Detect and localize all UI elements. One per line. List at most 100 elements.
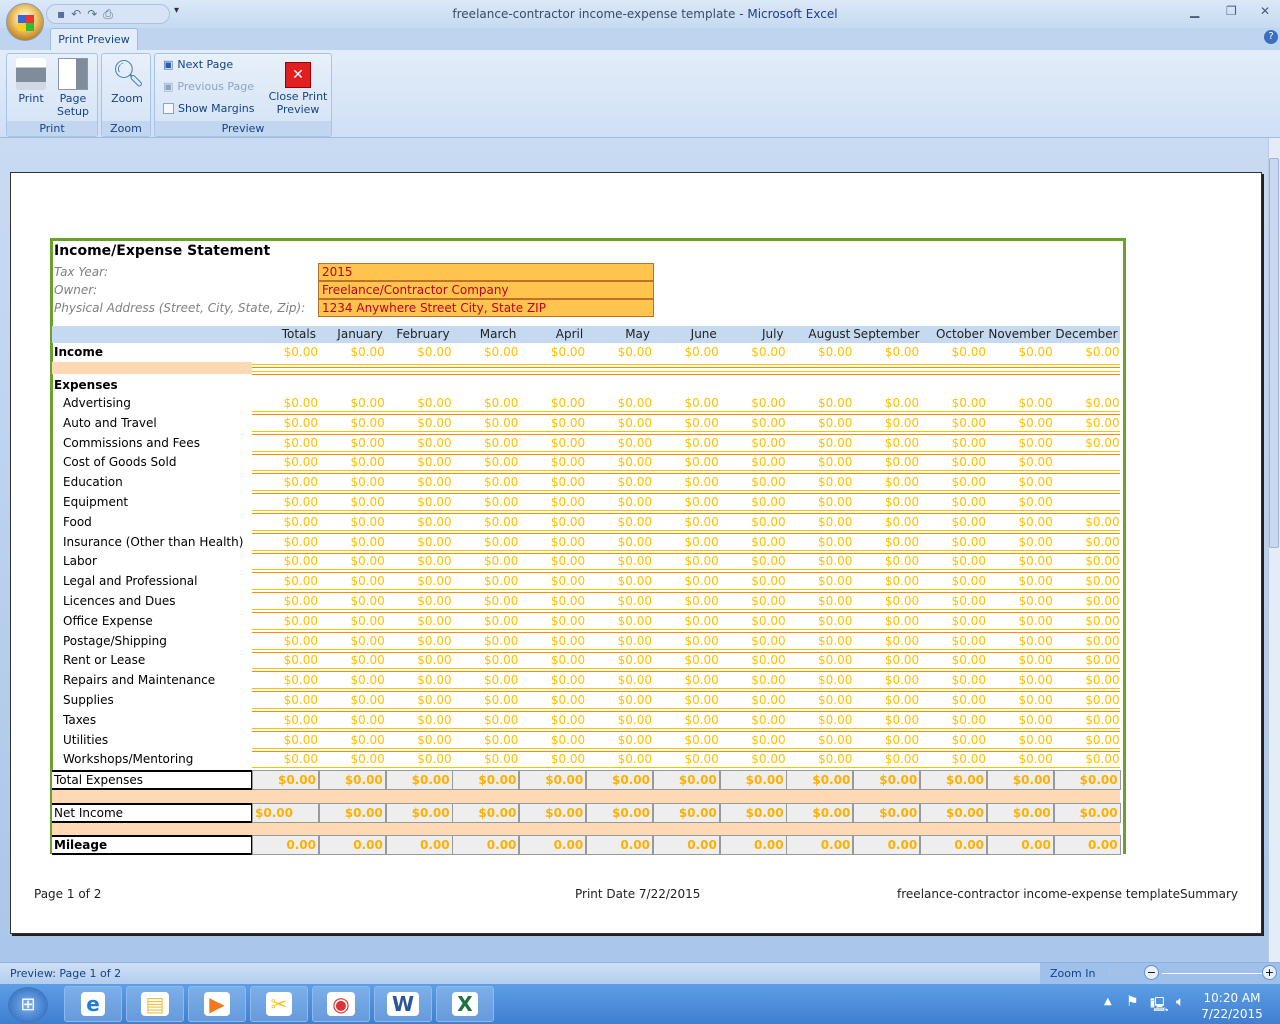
- cell-value[interactable]: $0.00: [786, 693, 852, 707]
- cell-value[interactable]: $0.00: [519, 475, 585, 489]
- net-income-value[interactable]: $0.00: [252, 803, 319, 823]
- cell-value[interactable]: $0.00: [586, 594, 652, 608]
- cell-value[interactable]: $0.00: [386, 416, 451, 430]
- cell-value[interactable]: $0.00: [987, 673, 1052, 687]
- start-button[interactable]: ⊞: [8, 987, 48, 1023]
- mileage-value[interactable]: 0.00: [1053, 835, 1121, 855]
- cell-value[interactable]: $0.00: [386, 673, 451, 687]
- cell-value[interactable]: $0.00: [252, 614, 318, 628]
- cell-value[interactable]: $0.00: [987, 535, 1052, 549]
- cell-value[interactable]: $0.00: [452, 614, 518, 628]
- show-margins-checkbox[interactable]: Show Margins: [163, 102, 254, 115]
- quick-access-toolbar[interactable]: ▪↶↷⎙: [46, 4, 170, 24]
- cell-value[interactable]: $0.00: [519, 594, 585, 608]
- cell-value[interactable]: $0.00: [586, 416, 652, 430]
- cell-value[interactable]: $0.00: [586, 554, 652, 568]
- cell-value[interactable]: $0.00: [1054, 535, 1119, 549]
- cell-value[interactable]: $0.00: [920, 495, 986, 509]
- total-expenses-value[interactable]: $0.00: [318, 770, 386, 790]
- cell-value[interactable]: $0.00: [319, 345, 384, 359]
- cell-value[interactable]: $0.00: [586, 495, 652, 509]
- cell-value[interactable]: $0.00: [386, 594, 451, 608]
- cell-value[interactable]: $0.00: [853, 436, 919, 450]
- cell-value[interactable]: $0.00: [319, 436, 384, 450]
- cell-value[interactable]: $0.00: [920, 653, 986, 667]
- cell-value[interactable]: $0.00: [720, 574, 785, 588]
- total-expenses-value[interactable]: $0.00: [586, 770, 653, 790]
- cell-value[interactable]: $0.00: [786, 515, 852, 529]
- cell-value[interactable]: $0.00: [586, 713, 652, 727]
- cell-value[interactable]: $0.00: [920, 396, 986, 410]
- cell-value[interactable]: $0.00: [786, 475, 852, 489]
- cell-value[interactable]: $0.00: [720, 515, 785, 529]
- taskbar-excel[interactable]: X: [436, 986, 494, 1022]
- cell-value[interactable]: $0.00: [853, 614, 919, 628]
- cell-value[interactable]: $0.00: [786, 554, 852, 568]
- mileage-value[interactable]: 0.00: [652, 835, 720, 855]
- cell-value[interactable]: $0.00: [252, 416, 318, 430]
- cell-value[interactable]: $0.00: [1054, 345, 1119, 359]
- show-hidden-icons[interactable]: ▲: [1104, 996, 1112, 1007]
- cell-value[interactable]: $0.00: [319, 396, 384, 410]
- cell-value[interactable]: $0.00: [987, 614, 1052, 628]
- cell-value[interactable]: $0.00: [786, 436, 852, 450]
- cell-value[interactable]: $0.00: [319, 713, 384, 727]
- clock[interactable]: 10:20 AM 7/22/2015: [1200, 990, 1264, 1022]
- cell-value[interactable]: $0.00: [853, 535, 919, 549]
- cell-value[interactable]: $0.00: [586, 693, 652, 707]
- cell-value[interactable]: $0.00: [252, 574, 318, 588]
- cell-value[interactable]: $0.00: [920, 475, 986, 489]
- cell-value[interactable]: $0.00: [720, 653, 785, 667]
- cell-value[interactable]: $0.00: [452, 713, 518, 727]
- cell-value[interactable]: $0.00: [1054, 574, 1119, 588]
- taskbar-snipping-tool[interactable]: ✂: [250, 986, 308, 1022]
- cell-value[interactable]: $0.00: [920, 673, 986, 687]
- mileage-value[interactable]: 0.00: [385, 835, 453, 855]
- cell-value[interactable]: $0.00: [586, 475, 652, 489]
- cell-value[interactable]: $0.00: [920, 693, 986, 707]
- cell-value[interactable]: $0.00: [1054, 436, 1119, 450]
- cell-value[interactable]: $0.00: [987, 416, 1052, 430]
- cell-value[interactable]: $0.00: [653, 713, 718, 727]
- total-expenses-value[interactable]: $0.00: [853, 770, 921, 790]
- cell-value[interactable]: $0.00: [786, 416, 852, 430]
- cell-value[interactable]: $0.00: [252, 345, 318, 359]
- cell-value[interactable]: $0.00: [987, 653, 1052, 667]
- mileage-value[interactable]: 0.00: [586, 835, 653, 855]
- close-print-preview-button[interactable]: ✕ Close Print Preview: [267, 58, 329, 116]
- cell-value[interactable]: $0.00: [1054, 614, 1119, 628]
- cell-value[interactable]: $0.00: [1054, 554, 1119, 568]
- cell-value[interactable]: $0.00: [519, 345, 585, 359]
- net-income-value[interactable]: $0.00: [385, 803, 453, 823]
- cell-value[interactable]: $0.00: [252, 475, 318, 489]
- cell-value[interactable]: $0.00: [319, 594, 384, 608]
- total-expenses-value[interactable]: $0.00: [385, 770, 453, 790]
- mileage-value[interactable]: 0.00: [986, 835, 1054, 855]
- cell-value[interactable]: $0.00: [720, 535, 785, 549]
- cell-value[interactable]: $0.00: [252, 554, 318, 568]
- cell-value[interactable]: $0.00: [519, 416, 585, 430]
- cell-value[interactable]: $0.00: [319, 673, 384, 687]
- cell-value[interactable]: $0.00: [853, 693, 919, 707]
- cell-value[interactable]: $0.00: [386, 653, 451, 667]
- cell-value[interactable]: $0.00: [987, 436, 1052, 450]
- cell-value[interactable]: $0.00: [786, 495, 852, 509]
- cell-value[interactable]: $0.00: [252, 634, 318, 648]
- cell-value[interactable]: $0.00: [519, 515, 585, 529]
- cell-value[interactable]: $0.00: [786, 673, 852, 687]
- cell-value[interactable]: $0.00: [987, 752, 1052, 766]
- page-setup-button[interactable]: Page Setup: [53, 58, 93, 118]
- cell-value[interactable]: $0.00: [653, 653, 718, 667]
- cell-value[interactable]: $0.00: [519, 733, 585, 747]
- cell-value[interactable]: $0.00: [987, 594, 1052, 608]
- cell-value[interactable]: $0.00: [653, 455, 718, 469]
- cell-value[interactable]: $0.00: [653, 436, 718, 450]
- cell-value[interactable]: $0.00: [586, 733, 652, 747]
- cell-value[interactable]: $0.00: [786, 594, 852, 608]
- cell-value[interactable]: $0.00: [452, 752, 518, 766]
- cell-value[interactable]: $0.00: [987, 515, 1052, 529]
- cell-value[interactable]: $0.00: [586, 535, 652, 549]
- cell-value[interactable]: $0.00: [720, 396, 785, 410]
- cell-value[interactable]: $0.00: [452, 574, 518, 588]
- taskbar-file-explorer[interactable]: ▤: [126, 986, 184, 1022]
